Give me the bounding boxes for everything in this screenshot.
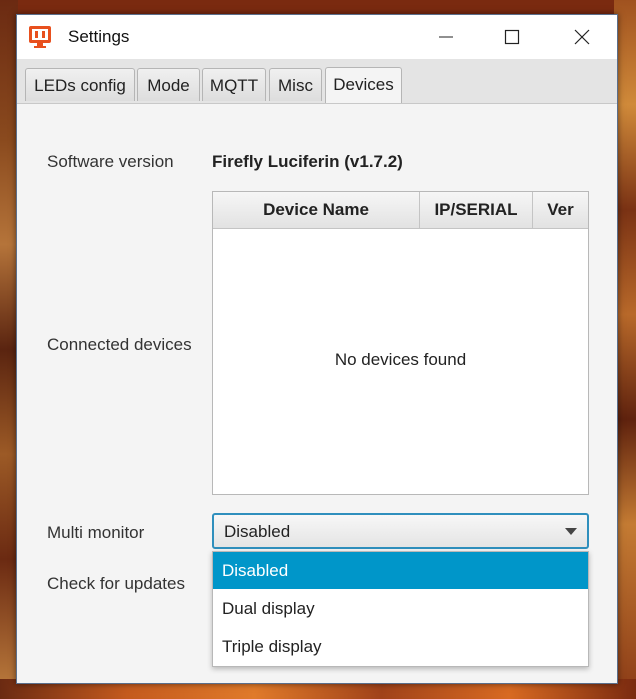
- minimize-button[interactable]: [423, 15, 469, 59]
- tab-devices[interactable]: Devices: [325, 67, 402, 103]
- column-header-ip-serial[interactable]: IP/SERIAL: [420, 192, 533, 228]
- multi-monitor-label: Multi monitor: [47, 523, 145, 542]
- check-for-updates-label: Check for updates: [47, 574, 185, 593]
- tab-leds-config[interactable]: LEDs config: [25, 68, 135, 101]
- tab-mqtt[interactable]: MQTT: [202, 68, 266, 101]
- devices-table[interactable]: Device Name IP/SERIAL Ver No devices fou…: [212, 191, 589, 495]
- option-triple-display[interactable]: Triple display: [213, 628, 588, 665]
- title-bar[interactable]: Settings: [17, 15, 617, 59]
- settings-window: Settings LEDs config Mode MQTT Misc Devi…: [16, 14, 618, 684]
- firefly-luciferin-icon: [28, 25, 52, 49]
- maximize-button[interactable]: [489, 15, 535, 59]
- software-version-value: Firefly Luciferin (v1.7.2): [212, 152, 403, 171]
- table-empty-message: No devices found: [334, 350, 467, 369]
- column-header-device-name[interactable]: Device Name: [213, 192, 420, 228]
- table-header: Device Name IP/SERIAL Ver: [213, 192, 588, 229]
- tab-mode[interactable]: Mode: [137, 68, 200, 101]
- tab-misc[interactable]: Misc: [269, 68, 322, 101]
- software-version-label: Software version: [47, 152, 174, 171]
- minimize-icon: [439, 36, 453, 38]
- multi-monitor-dropdown-list: Disabled Dual display Triple display: [212, 551, 589, 667]
- maximize-icon: [504, 29, 520, 45]
- close-button[interactable]: [559, 15, 605, 59]
- multi-monitor-selected-value: Disabled: [224, 522, 291, 541]
- option-disabled[interactable]: Disabled: [213, 552, 588, 589]
- window-title: Settings: [68, 27, 130, 46]
- tab-bar: LEDs config Mode MQTT Misc Devices: [17, 59, 617, 104]
- option-dual-display[interactable]: Dual display: [213, 590, 588, 627]
- close-icon: [574, 29, 590, 45]
- multi-monitor-select[interactable]: Disabled: [212, 513, 589, 549]
- connected-devices-label: Connected devices: [47, 335, 192, 354]
- column-header-ver[interactable]: Ver: [533, 192, 588, 228]
- chevron-down-icon: [565, 528, 577, 535]
